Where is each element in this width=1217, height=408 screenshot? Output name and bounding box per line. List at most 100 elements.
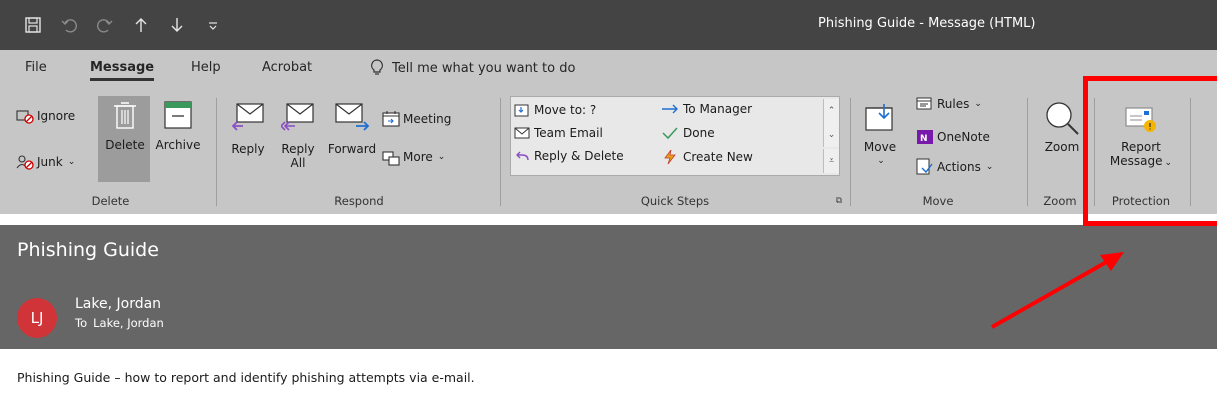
avatar[interactable]: LJ bbox=[17, 298, 57, 338]
tab-acrobat[interactable]: Acrobat bbox=[262, 60, 312, 75]
chevron-down-icon: ⌄ bbox=[67, 157, 76, 167]
onenote-label: OneNote bbox=[937, 130, 990, 144]
message-body: Phishing Guide – how to report and ident… bbox=[17, 370, 475, 385]
quick-step-team-email-label: Team Email bbox=[534, 126, 603, 140]
move-to-folder-icon bbox=[514, 104, 529, 117]
forward-button[interactable]: Forward bbox=[324, 102, 380, 156]
redo-icon[interactable] bbox=[94, 14, 116, 36]
ignore-button[interactable]: Ignore bbox=[16, 108, 75, 124]
dialog-launcher-icon[interactable]: ⧉ bbox=[836, 196, 842, 206]
quick-step-team-email[interactable]: Team Email bbox=[514, 126, 603, 140]
chevron-down-icon: ⌄ bbox=[974, 99, 982, 109]
more-label: More bbox=[403, 150, 433, 164]
chevron-down-icon: ⌄ bbox=[985, 162, 994, 172]
delete-group-label: Delete bbox=[91, 194, 130, 208]
title-bar: Phishing Guide - Message (HTML) bbox=[0, 0, 1217, 50]
move-button[interactable]: Move ⌄ bbox=[860, 102, 900, 168]
tab-file[interactable]: File bbox=[25, 60, 47, 75]
avatar-initials: LJ bbox=[30, 309, 44, 327]
junk-button[interactable]: Junk ⌄ bbox=[16, 154, 75, 170]
rules-icon bbox=[916, 97, 932, 110]
actions-button[interactable]: Actions ⌄ bbox=[916, 158, 993, 176]
move-group-label: Move bbox=[922, 194, 954, 208]
sender-name[interactable]: Lake, Jordan bbox=[75, 296, 161, 312]
reply-all-label-line2: All bbox=[290, 156, 306, 170]
quick-step-to-manager-label: To Manager bbox=[683, 102, 753, 116]
move-group: Move ⌄ Rules ⌄ N OneNote Actions ⌄ Move bbox=[852, 90, 1024, 214]
actions-icon bbox=[916, 158, 933, 175]
more-icon bbox=[382, 151, 400, 166]
lightning-icon bbox=[664, 149, 676, 165]
delete-label: Delete bbox=[105, 138, 145, 152]
lightbulb-icon bbox=[371, 59, 383, 75]
down-arrow-icon[interactable] bbox=[166, 14, 188, 36]
magnifier-icon bbox=[1046, 102, 1079, 135]
move-folder-icon bbox=[865, 104, 893, 131]
rules-button[interactable]: Rules ⌄ bbox=[916, 96, 982, 112]
meeting-button[interactable]: Meeting bbox=[382, 110, 451, 128]
delete-group: Ignore Junk ⌄ Delete Archive Delete bbox=[8, 90, 213, 214]
customize-qat-icon[interactable] bbox=[202, 14, 224, 36]
recipient-name[interactable]: Lake, Jordan bbox=[93, 316, 164, 330]
quick-step-done-label: Done bbox=[683, 126, 715, 140]
archive-button[interactable]: Archive bbox=[152, 100, 204, 152]
svg-text:N: N bbox=[920, 134, 928, 144]
quick-steps-group-label: Quick Steps bbox=[640, 194, 710, 208]
window-title: Phishing Guide - Message (HTML) bbox=[818, 16, 1036, 31]
trash-icon bbox=[114, 102, 136, 129]
ignore-icon bbox=[16, 110, 34, 124]
group-separator bbox=[216, 98, 217, 206]
onenote-button[interactable]: N OneNote bbox=[916, 128, 990, 146]
ribbon: Ignore Junk ⌄ Delete Archive Delete Repl… bbox=[0, 90, 1217, 214]
quick-step-reply-delete-label: Reply & Delete bbox=[534, 149, 624, 163]
up-arrow-icon[interactable] bbox=[130, 14, 152, 36]
tell-me-search[interactable]: Tell me what you want to do bbox=[370, 59, 575, 77]
tell-me-label: Tell me what you want to do bbox=[392, 60, 576, 76]
reply-all-label: Reply bbox=[281, 142, 315, 156]
ribbon-tabs: File Message Help Acrobat Tell me what y… bbox=[0, 50, 1217, 90]
more-respond-button[interactable]: More ⌄ bbox=[382, 148, 445, 166]
message-subject: Phishing Guide bbox=[17, 239, 159, 261]
onenote-icon: N bbox=[917, 130, 933, 144]
highlight-box bbox=[1083, 76, 1217, 226]
message-header: Phishing Guide LJ Lake, Jordan To Lake, J… bbox=[0, 225, 1217, 349]
tab-help[interactable]: Help bbox=[191, 60, 221, 75]
reply-all-button[interactable]: Reply All bbox=[276, 102, 320, 170]
envelope-icon bbox=[514, 127, 530, 139]
to-label: To bbox=[75, 316, 88, 330]
meeting-label: Meeting bbox=[403, 112, 452, 126]
quick-step-reply-delete[interactable]: Reply & Delete bbox=[514, 149, 624, 163]
forward-icon bbox=[335, 103, 370, 131]
save-icon[interactable] bbox=[22, 14, 44, 36]
zoom-group-label: Zoom bbox=[1043, 194, 1077, 208]
quick-access-toolbar bbox=[22, 12, 224, 38]
tab-message[interactable]: Message bbox=[90, 60, 155, 81]
group-separator bbox=[850, 98, 851, 206]
rules-label: Rules bbox=[937, 97, 970, 111]
reply-button[interactable]: Reply bbox=[226, 102, 270, 156]
zoom-group: Zoom Zoom bbox=[1030, 90, 1090, 214]
recipient-line: To Lake, Jordan bbox=[75, 316, 170, 330]
archive-label: Archive bbox=[155, 138, 201, 152]
gallery-expand-icon[interactable]: ⩡ bbox=[823, 149, 839, 173]
archive-icon bbox=[164, 101, 192, 129]
reply-all-icon bbox=[281, 103, 314, 131]
move-label: Move bbox=[863, 140, 897, 154]
quick-step-create-new[interactable]: Create New bbox=[661, 149, 753, 165]
gallery-scroll-up-icon[interactable]: ⌃ bbox=[823, 99, 839, 123]
delete-button[interactable]: Delete bbox=[100, 100, 150, 152]
junk-label: Junk bbox=[37, 155, 63, 169]
gallery-scroll-down-icon[interactable]: ⌄ bbox=[823, 123, 839, 147]
ignore-label: Ignore bbox=[37, 109, 76, 123]
quick-step-done[interactable]: Done bbox=[661, 126, 715, 140]
chevron-down-icon: ⌄ bbox=[877, 156, 885, 166]
reply-icon bbox=[231, 103, 264, 131]
undo-icon[interactable] bbox=[58, 14, 80, 36]
respond-group: Reply Reply All Forward Meeting More ⌄ R… bbox=[220, 90, 498, 214]
quick-step-to-manager[interactable]: To Manager bbox=[661, 102, 752, 116]
zoom-button[interactable]: Zoom bbox=[1036, 100, 1088, 154]
reply-arrow-icon bbox=[516, 151, 529, 161]
group-separator bbox=[1027, 98, 1028, 206]
quick-step-move-to[interactable]: Move to: ? bbox=[514, 102, 596, 118]
forward-label: Forward bbox=[327, 142, 377, 156]
